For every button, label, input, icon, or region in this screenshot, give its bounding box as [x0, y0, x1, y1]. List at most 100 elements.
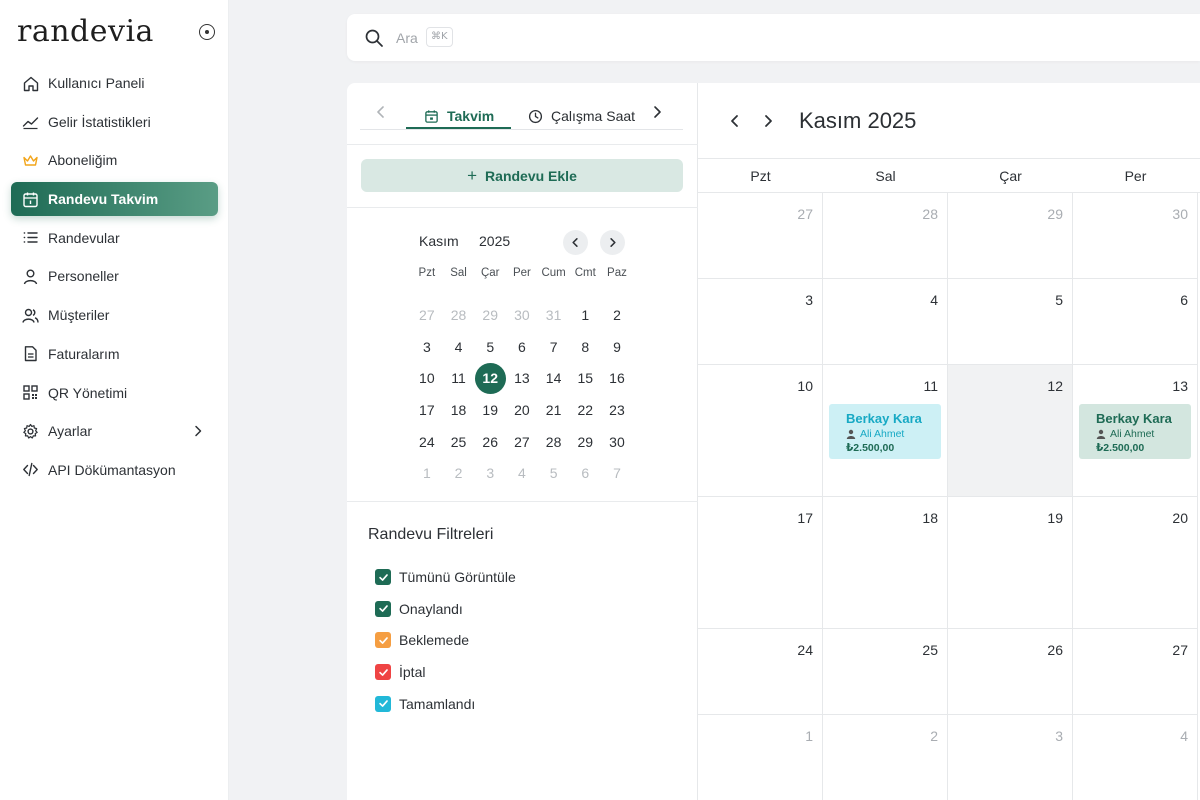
- mini-day[interactable]: 5: [538, 457, 570, 489]
- mini-day[interactable]: 1: [411, 457, 443, 489]
- mini-day[interactable]: 16: [601, 362, 633, 394]
- mini-calendar-prev-button[interactable]: [563, 230, 588, 255]
- calendar-day-cell[interactable]: 2: [823, 715, 948, 800]
- sidebar-item-2[interactable]: Aboneliğim: [11, 143, 218, 177]
- mini-day[interactable]: 11: [443, 362, 475, 394]
- mini-day[interactable]: 13: [506, 362, 538, 394]
- mini-day[interactable]: 28: [443, 299, 475, 331]
- filter-checkbox[interactable]: [375, 664, 391, 681]
- sidebar-item-5[interactable]: Personeller: [11, 259, 218, 293]
- calendar-day-cell[interactable]: 13 Berkay Kara Ali Ahmet ₺2.500,00: [1073, 365, 1198, 497]
- mini-day[interactable]: 28: [538, 426, 570, 458]
- app-logo[interactable]: randevia: [17, 14, 154, 49]
- sidebar-item-8[interactable]: QR Yönetimi: [11, 376, 218, 410]
- calendar-day-cell[interactable]: 18: [823, 497, 948, 629]
- calendar-day-today[interactable]: 12: [948, 365, 1073, 497]
- sidebar-item-4[interactable]: Randevular: [11, 221, 218, 255]
- calendar-next-month-icon[interactable]: [759, 112, 777, 130]
- mini-day[interactable]: 22: [569, 394, 601, 426]
- filter-item[interactable]: Tümünü Görüntüle: [375, 567, 516, 587]
- mini-day[interactable]: 1: [569, 299, 601, 331]
- mini-day[interactable]: 26: [474, 426, 506, 458]
- filter-checkbox[interactable]: [375, 569, 391, 585]
- calendar-day-cell[interactable]: 10: [698, 365, 823, 497]
- mini-day[interactable]: 8: [569, 331, 601, 363]
- calendar-day-cell[interactable]: 4: [823, 279, 948, 365]
- calendar-day-cell[interactable]: 6: [1073, 279, 1198, 365]
- appointment-card[interactable]: Berkay Kara Ali Ahmet ₺2.500,00: [1079, 404, 1191, 459]
- mini-day[interactable]: 27: [411, 299, 443, 331]
- mini-day[interactable]: 20: [506, 394, 538, 426]
- calendar-day-cell[interactable]: 27: [1073, 629, 1198, 715]
- sidebar-item-6[interactable]: Müşteriler: [11, 298, 218, 332]
- calendar-day-cell[interactable]: 19: [948, 497, 1073, 629]
- sidebar-item-10[interactable]: API Dökümantasyon: [11, 453, 218, 487]
- calendar-day-cell[interactable]: 4: [1073, 715, 1198, 800]
- calendar-day-cell[interactable]: 3: [698, 279, 823, 365]
- mini-day[interactable]: 5: [474, 331, 506, 363]
- calendar-day-cell[interactable]: 30: [1073, 193, 1198, 279]
- calendar-day-cell[interactable]: 3: [948, 715, 1073, 800]
- calendar-day-cell[interactable]: 1: [698, 715, 823, 800]
- mini-day[interactable]: 9: [601, 331, 633, 363]
- calendar-day-cell[interactable]: 24: [698, 629, 823, 715]
- filter-item[interactable]: İptal: [375, 662, 425, 682]
- calendar-prev-month-icon[interactable]: [726, 112, 744, 130]
- filter-item[interactable]: Tamamlandı: [375, 694, 475, 714]
- sidebar-item-3[interactable]: Randevu Takvim: [11, 182, 218, 217]
- mini-day[interactable]: 3: [411, 331, 443, 363]
- calendar-day-cell[interactable]: 28: [823, 193, 948, 279]
- mini-day[interactable]: 30: [601, 426, 633, 458]
- calendar-day-cell[interactable]: 11 Berkay Kara Ali Ahmet ₺2.500,00: [823, 365, 948, 497]
- mini-day[interactable]: 3: [474, 457, 506, 489]
- calendar-day-cell[interactable]: 5: [948, 279, 1073, 365]
- sidebar-item-0[interactable]: Kullanıcı Paneli: [11, 66, 218, 100]
- mini-day[interactable]: 27: [506, 426, 538, 458]
- mini-day[interactable]: 7: [601, 457, 633, 489]
- mini-day[interactable]: 21: [538, 394, 570, 426]
- mini-day[interactable]: 6: [506, 331, 538, 363]
- mini-day[interactable]: 29: [474, 299, 506, 331]
- filter-checkbox[interactable]: [375, 695, 391, 712]
- sidebar-item-7[interactable]: Faturalarım: [11, 337, 218, 371]
- filter-checkbox[interactable]: [375, 632, 391, 649]
- mini-calendar-month[interactable]: Kasım: [419, 233, 459, 249]
- mini-day[interactable]: 19: [474, 394, 506, 426]
- chevron-right-icon[interactable]: [648, 103, 666, 121]
- sidebar-item-1[interactable]: Gelir İstatistikleri: [11, 105, 218, 139]
- mini-day[interactable]: 2: [601, 299, 633, 331]
- mini-day[interactable]: 23: [601, 394, 633, 426]
- mini-day[interactable]: 4: [443, 331, 475, 363]
- mini-day[interactable]: 10: [411, 362, 443, 394]
- mini-day[interactable]: 29: [569, 426, 601, 458]
- mini-day[interactable]: 24: [411, 426, 443, 458]
- mini-day[interactable]: 17: [411, 394, 443, 426]
- mini-day[interactable]: 6: [569, 457, 601, 489]
- mini-day[interactable]: 2: [443, 457, 475, 489]
- filter-checkbox[interactable]: [375, 600, 391, 617]
- mini-day[interactable]: 25: [443, 426, 475, 458]
- calendar-day-cell[interactable]: 20: [1073, 497, 1198, 629]
- sidebar-item-9[interactable]: Ayarlar: [11, 414, 218, 448]
- calendar-day-cell[interactable]: 27: [698, 193, 823, 279]
- mini-day[interactable]: 7: [538, 331, 570, 363]
- mini-day[interactable]: 4: [506, 457, 538, 489]
- filter-item[interactable]: Onaylandı: [375, 599, 463, 619]
- mini-day[interactable]: 31: [538, 299, 570, 331]
- mini-calendar-next-button[interactable]: [600, 230, 625, 255]
- add-appointment-button[interactable]: + Randevu Ekle: [361, 159, 683, 192]
- calendar-day-cell[interactable]: 17: [698, 497, 823, 629]
- calendar-day-cell[interactable]: 26: [948, 629, 1073, 715]
- tab-calendar[interactable]: Takvim: [424, 103, 494, 129]
- calendar-day-cell[interactable]: 25: [823, 629, 948, 715]
- mini-day-today[interactable]: 12: [474, 362, 506, 394]
- sidebar-toggle-icon[interactable]: [199, 24, 215, 40]
- filter-item[interactable]: Beklemede: [375, 630, 469, 650]
- mini-day[interactable]: 30: [506, 299, 538, 331]
- mini-day[interactable]: 18: [443, 394, 475, 426]
- mini-day[interactable]: 15: [569, 362, 601, 394]
- calendar-day-cell[interactable]: 29: [948, 193, 1073, 279]
- tab-working-hours[interactable]: Çalışma Saat: [528, 103, 635, 129]
- appointment-card[interactable]: Berkay Kara Ali Ahmet ₺2.500,00: [829, 404, 941, 459]
- mini-day[interactable]: 14: [538, 362, 570, 394]
